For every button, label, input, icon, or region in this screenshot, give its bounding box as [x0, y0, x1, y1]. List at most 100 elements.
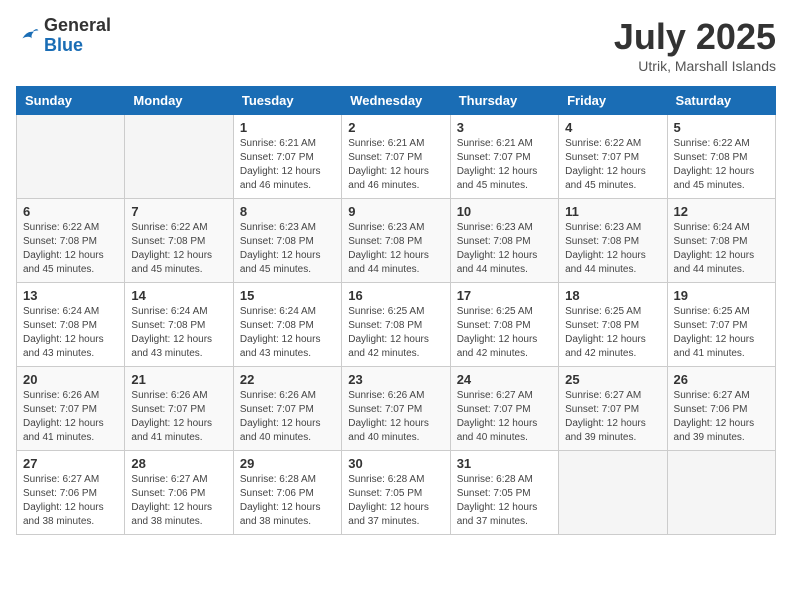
- day-number: 19: [674, 288, 769, 303]
- calendar-cell: 20Sunrise: 6:26 AM Sunset: 7:07 PM Dayli…: [17, 367, 125, 451]
- day-number: 28: [131, 456, 226, 471]
- calendar-cell: 30 Sunrise: 6:28 AM Sunset: 7:05 PM Dayli…: [342, 451, 450, 535]
- day-number: 26: [674, 372, 769, 387]
- day-detail: Sunrise: 6:22 AM Sunset: 7:08 PM Dayligh…: [23, 221, 118, 277]
- day-number: 3: [457, 120, 552, 135]
- day-number: 24: [457, 372, 552, 387]
- calendar-cell: 11 Sunrise: 6:23 AM Sunset: 7:08 PM Dayli…: [559, 199, 667, 283]
- day-detail: Sunrise: 6:24 AM Sunset: 7:08 PM Dayligh…: [674, 221, 769, 277]
- day-detail: Sunrise: 6:27 AM Sunset: 7:06 PM Dayligh…: [23, 473, 118, 529]
- day-number: 9: [348, 204, 443, 219]
- calendar-cell: 5 Sunrise: 6:22 AM Sunset: 7:08 PM Daylig…: [667, 115, 775, 199]
- logo-bird-icon: [16, 24, 40, 48]
- day-number: 14: [131, 288, 226, 303]
- calendar-cell: 13Sunrise: 6:24 AM Sunset: 7:08 PM Dayli…: [17, 283, 125, 367]
- calendar-cell: 4 Sunrise: 6:22 AM Sunset: 7:07 PM Daylig…: [559, 115, 667, 199]
- day-number: 22: [240, 372, 335, 387]
- calendar-cell: 3 Sunrise: 6:21 AM Sunset: 7:07 PM Daylig…: [450, 115, 558, 199]
- day-detail: Sunrise: 6:25 AM Sunset: 7:07 PM Dayligh…: [674, 305, 769, 361]
- calendar-cell: 26 Sunrise: 6:27 AM Sunset: 7:06 PM Dayli…: [667, 367, 775, 451]
- day-number: 31: [457, 456, 552, 471]
- day-detail: Sunrise: 6:23 AM Sunset: 7:08 PM Dayligh…: [565, 221, 660, 277]
- calendar-cell: 27 Sunrise: 6:27 AM Sunset: 7:06 PM Dayli…: [17, 451, 125, 535]
- calendar-week-row: 13Sunrise: 6:24 AM Sunset: 7:08 PM Dayli…: [17, 283, 776, 367]
- weekday-header-row: SundayMondayTuesdayWednesdayThursdayFrid…: [17, 87, 776, 115]
- day-number: 29: [240, 456, 335, 471]
- month-title: July 2025: [614, 16, 776, 58]
- day-detail: Sunrise: 6:28 AM Sunset: 7:05 PM Dayligh…: [457, 473, 552, 529]
- day-number: 8: [240, 204, 335, 219]
- day-number: 27: [23, 456, 118, 471]
- calendar-cell: 28Sunrise: 6:27 AM Sunset: 7:06 PM Dayli…: [125, 451, 233, 535]
- logo: General Blue: [16, 16, 111, 56]
- day-number: 23: [348, 372, 443, 387]
- day-detail: Sunrise: 6:25 AM Sunset: 7:08 PM Dayligh…: [348, 305, 443, 361]
- calendar-cell: 2Sunrise: 6:21 AM Sunset: 7:07 PM Daylig…: [342, 115, 450, 199]
- calendar-cell: 6 Sunrise: 6:22 AM Sunset: 7:08 PM Daylig…: [17, 199, 125, 283]
- weekday-header: Saturday: [667, 87, 775, 115]
- day-detail: Sunrise: 6:21 AM Sunset: 7:07 PM Dayligh…: [457, 137, 552, 193]
- calendar-table: SundayMondayTuesdayWednesdayThursdayFrid…: [16, 86, 776, 535]
- day-detail: Sunrise: 6:22 AM Sunset: 7:07 PM Dayligh…: [565, 137, 660, 193]
- day-number: 20: [23, 372, 118, 387]
- day-number: 21: [131, 372, 226, 387]
- day-number: 1: [240, 120, 335, 135]
- title-block: July 2025 Utrik, Marshall Islands: [614, 16, 776, 74]
- day-detail: Sunrise: 6:27 AM Sunset: 7:06 PM Dayligh…: [674, 389, 769, 445]
- day-detail: Sunrise: 6:24 AM Sunset: 7:08 PM Dayligh…: [131, 305, 226, 361]
- calendar-cell: [17, 115, 125, 199]
- day-detail: Sunrise: 6:26 AM Sunset: 7:07 PM Dayligh…: [348, 389, 443, 445]
- day-detail: Sunrise: 6:23 AM Sunset: 7:08 PM Dayligh…: [348, 221, 443, 277]
- day-number: 5: [674, 120, 769, 135]
- calendar-cell: [667, 451, 775, 535]
- calendar-cell: 22Sunrise: 6:26 AM Sunset: 7:07 PM Dayli…: [233, 367, 341, 451]
- calendar-cell: [559, 451, 667, 535]
- day-detail: Sunrise: 6:27 AM Sunset: 7:07 PM Dayligh…: [565, 389, 660, 445]
- calendar-cell: 7Sunrise: 6:22 AM Sunset: 7:08 PM Daylig…: [125, 199, 233, 283]
- day-number: 4: [565, 120, 660, 135]
- calendar-cell: 9 Sunrise: 6:23 AM Sunset: 7:08 PM Daylig…: [342, 199, 450, 283]
- calendar-cell: 31 Sunrise: 6:28 AM Sunset: 7:05 PM Dayli…: [450, 451, 558, 535]
- calendar-cell: 16 Sunrise: 6:25 AM Sunset: 7:08 PM Dayli…: [342, 283, 450, 367]
- day-detail: Sunrise: 6:21 AM Sunset: 7:07 PM Dayligh…: [240, 137, 335, 193]
- day-number: 7: [131, 204, 226, 219]
- day-detail: Sunrise: 6:25 AM Sunset: 7:08 PM Dayligh…: [457, 305, 552, 361]
- calendar-cell: 23 Sunrise: 6:26 AM Sunset: 7:07 PM Dayli…: [342, 367, 450, 451]
- calendar-cell: 10Sunrise: 6:23 AM Sunset: 7:08 PM Dayli…: [450, 199, 558, 283]
- weekday-header: Wednesday: [342, 87, 450, 115]
- calendar-cell: 29 Sunrise: 6:28 AM Sunset: 7:06 PM Dayli…: [233, 451, 341, 535]
- calendar-cell: 19 Sunrise: 6:25 AM Sunset: 7:07 PM Dayli…: [667, 283, 775, 367]
- day-detail: Sunrise: 6:26 AM Sunset: 7:07 PM Dayligh…: [131, 389, 226, 445]
- day-number: 11: [565, 204, 660, 219]
- calendar-cell: 25 Sunrise: 6:27 AM Sunset: 7:07 PM Dayli…: [559, 367, 667, 451]
- weekday-header: Friday: [559, 87, 667, 115]
- day-number: 2: [348, 120, 443, 135]
- day-detail: Sunrise: 6:22 AM Sunset: 7:08 PM Dayligh…: [674, 137, 769, 193]
- day-number: 25: [565, 372, 660, 387]
- day-detail: Sunrise: 6:24 AM Sunset: 7:08 PM Dayligh…: [240, 305, 335, 361]
- calendar-cell: 14 Sunrise: 6:24 AM Sunset: 7:08 PM Dayli…: [125, 283, 233, 367]
- calendar-week-row: 1 Sunrise: 6:21 AM Sunset: 7:07 PM Daylig…: [17, 115, 776, 199]
- weekday-header: Thursday: [450, 87, 558, 115]
- weekday-header: Tuesday: [233, 87, 341, 115]
- day-detail: Sunrise: 6:23 AM Sunset: 7:08 PM Dayligh…: [240, 221, 335, 277]
- day-detail: Sunrise: 6:25 AM Sunset: 7:08 PM Dayligh…: [565, 305, 660, 361]
- day-number: 15: [240, 288, 335, 303]
- calendar-cell: 8 Sunrise: 6:23 AM Sunset: 7:08 PM Daylig…: [233, 199, 341, 283]
- day-number: 30: [348, 456, 443, 471]
- day-detail: Sunrise: 6:28 AM Sunset: 7:05 PM Dayligh…: [348, 473, 443, 529]
- calendar-cell: 15 Sunrise: 6:24 AM Sunset: 7:08 PM Dayli…: [233, 283, 341, 367]
- day-number: 6: [23, 204, 118, 219]
- weekday-header: Monday: [125, 87, 233, 115]
- calendar-week-row: 27 Sunrise: 6:27 AM Sunset: 7:06 PM Dayli…: [17, 451, 776, 535]
- day-detail: Sunrise: 6:23 AM Sunset: 7:08 PM Dayligh…: [457, 221, 552, 277]
- day-number: 16: [348, 288, 443, 303]
- calendar-cell: 24Sunrise: 6:27 AM Sunset: 7:07 PM Dayli…: [450, 367, 558, 451]
- day-detail: Sunrise: 6:28 AM Sunset: 7:06 PM Dayligh…: [240, 473, 335, 529]
- logo-text: General Blue: [44, 16, 111, 56]
- calendar-cell: 21 Sunrise: 6:26 AM Sunset: 7:07 PM Dayli…: [125, 367, 233, 451]
- calendar-cell: 12 Sunrise: 6:24 AM Sunset: 7:08 PM Dayli…: [667, 199, 775, 283]
- calendar-week-row: 6 Sunrise: 6:22 AM Sunset: 7:08 PM Daylig…: [17, 199, 776, 283]
- calendar-cell: 17Sunrise: 6:25 AM Sunset: 7:08 PM Dayli…: [450, 283, 558, 367]
- day-number: 12: [674, 204, 769, 219]
